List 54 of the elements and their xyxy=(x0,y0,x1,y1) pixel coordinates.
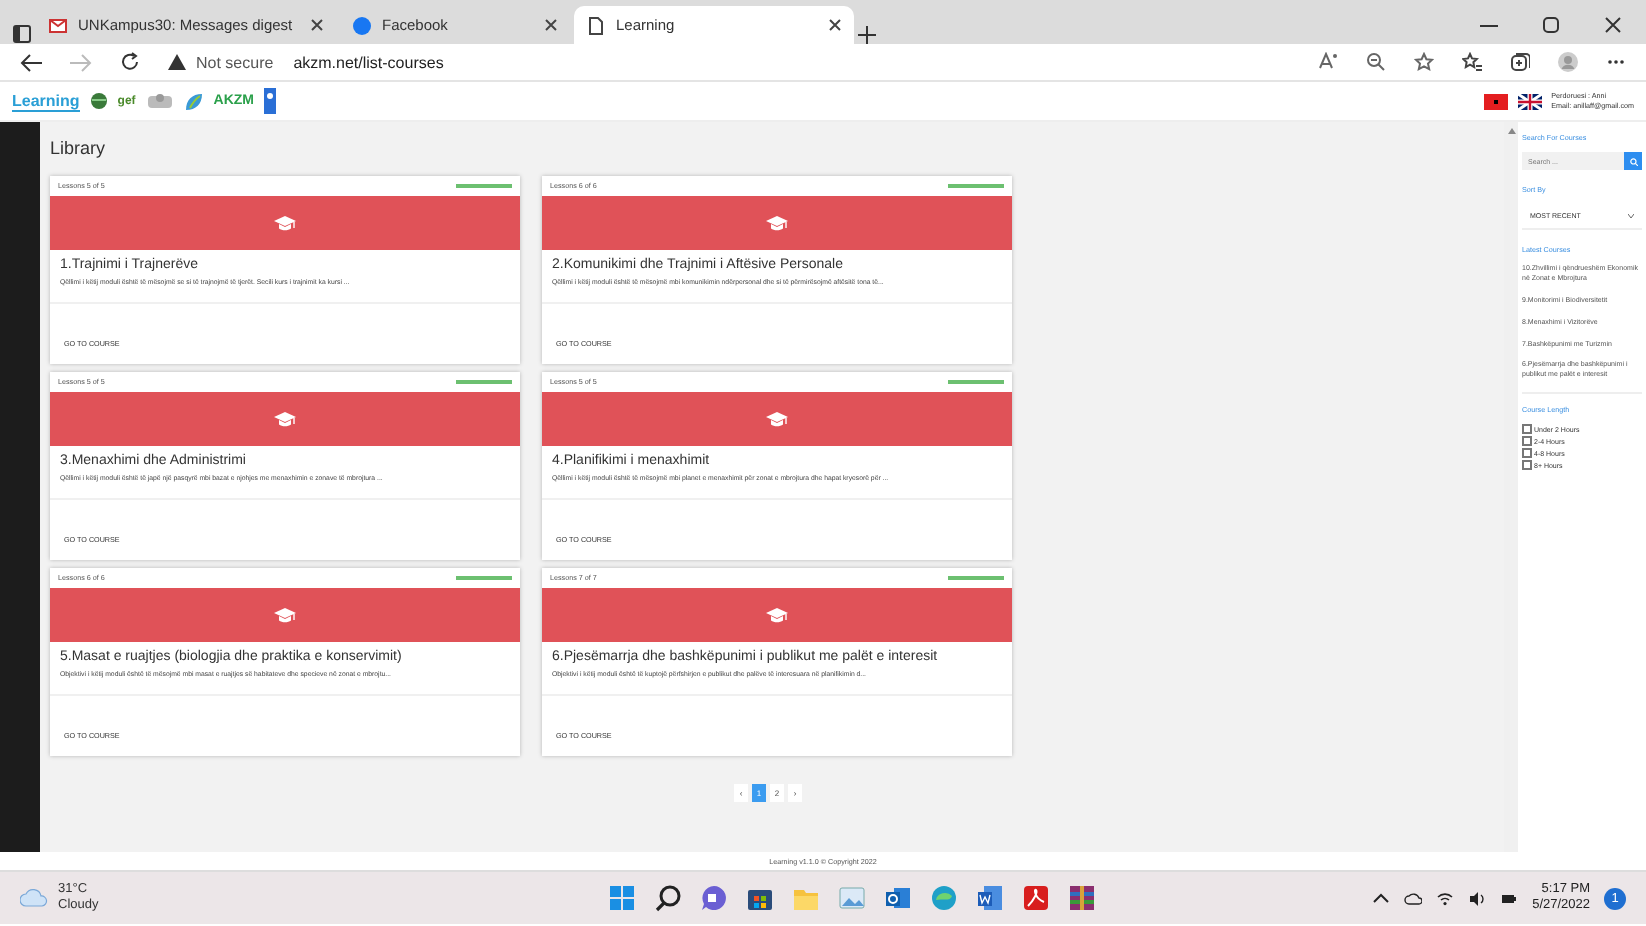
chat-icon[interactable] xyxy=(700,884,729,912)
graduation-cap-icon xyxy=(274,607,296,623)
security-label: Not secure xyxy=(196,53,274,71)
graduation-cap-icon xyxy=(274,215,296,231)
albanian-flag-icon[interactable] xyxy=(1483,93,1508,109)
wifi-icon[interactable] xyxy=(1436,889,1455,907)
close-icon[interactable] xyxy=(544,18,558,32)
refresh-icon[interactable] xyxy=(120,52,140,72)
archive-icon[interactable] xyxy=(1068,884,1097,912)
circle-logo-icon xyxy=(352,15,372,35)
checkbox[interactable] xyxy=(1522,436,1532,447)
url-text: akzm.net/list-courses xyxy=(293,53,444,71)
globe-icon xyxy=(89,92,108,110)
battery-icon[interactable] xyxy=(1500,889,1519,907)
page-icon xyxy=(586,15,606,35)
collections-icon[interactable] xyxy=(1510,52,1530,72)
emblem-icon xyxy=(264,88,276,114)
tab-menu-icon xyxy=(12,24,32,44)
mail-icon xyxy=(48,15,68,35)
close-icon[interactable] xyxy=(828,18,842,32)
search-icon[interactable] xyxy=(654,884,683,912)
windows-start-icon[interactable] xyxy=(608,884,637,912)
read-aloud-icon[interactable] xyxy=(1318,52,1338,72)
uk-flag-icon[interactable] xyxy=(1517,93,1542,109)
restore-icon[interactable] xyxy=(1542,16,1560,34)
graduation-cap-icon xyxy=(766,215,788,231)
star-icon[interactable] xyxy=(1414,52,1434,72)
emblem-icon xyxy=(145,92,174,110)
back-arrow-icon[interactable] xyxy=(20,53,42,71)
close-icon[interactable] xyxy=(1604,16,1622,34)
scroll-up-icon[interactable] xyxy=(1507,128,1515,134)
page-title: Library xyxy=(50,138,108,158)
mail-app-icon[interactable] xyxy=(884,884,913,912)
graduation-cap-icon xyxy=(766,607,788,623)
document-app-icon[interactable] xyxy=(976,884,1005,912)
cloud-outline-icon[interactable] xyxy=(1404,889,1423,907)
search-icon xyxy=(1629,157,1637,165)
close-icon[interactable] xyxy=(310,18,324,32)
new-tab-icon[interactable] xyxy=(858,26,876,44)
leaf-icon xyxy=(183,91,204,111)
checkbox[interactable] xyxy=(1522,448,1532,459)
zoom-icon[interactable] xyxy=(1366,52,1386,72)
checkbox[interactable] xyxy=(1522,460,1532,471)
chevron-up-icon[interactable] xyxy=(1372,889,1391,907)
speaker-icon[interactable] xyxy=(1468,889,1487,907)
store-icon[interactable] xyxy=(746,884,775,912)
search-button[interactable] xyxy=(1624,152,1642,170)
graduation-cap-icon xyxy=(766,411,788,427)
graduation-cap-icon xyxy=(274,411,296,427)
checkbox[interactable] xyxy=(1522,424,1532,435)
favorites-icon[interactable] xyxy=(1462,52,1482,72)
profile-avatar-icon[interactable] xyxy=(1558,52,1578,72)
warning-icon xyxy=(168,54,186,70)
pdf-app-icon[interactable] xyxy=(1022,884,1051,912)
